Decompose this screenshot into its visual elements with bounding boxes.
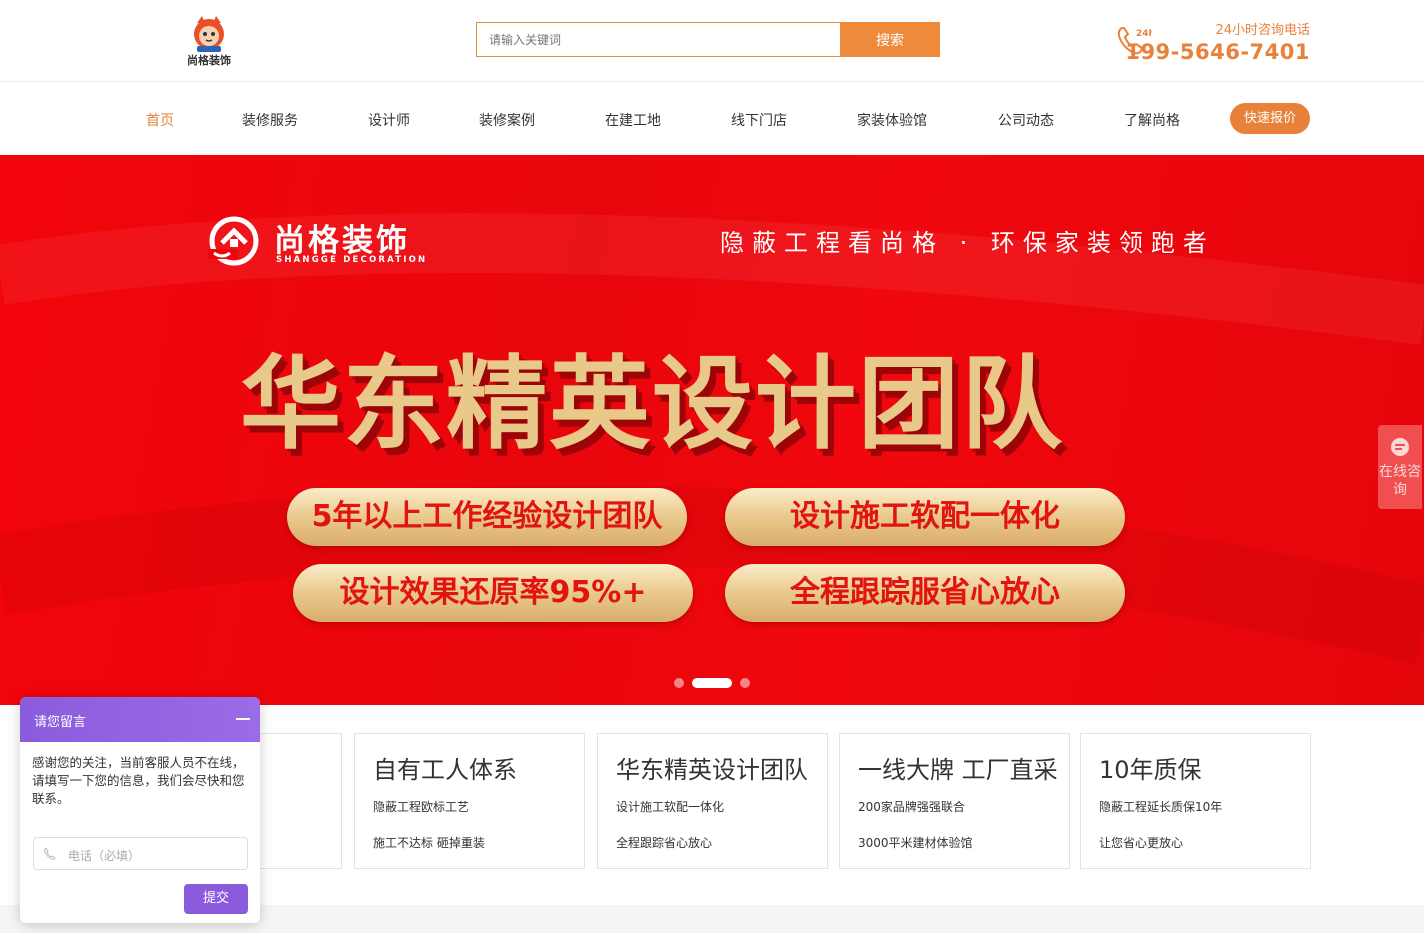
- minimize-icon[interactable]: [236, 718, 250, 720]
- feature-line-2: 3000平米建材体验馆: [858, 836, 973, 850]
- nav-item-home[interactable]: 首页: [146, 110, 174, 130]
- nav-item-designers[interactable]: 设计师: [368, 110, 410, 130]
- feature-card-4[interactable]: 一线大牌 工厂直采 200家品牌强强联合 3000平米建材体验馆: [839, 733, 1070, 869]
- feature-line-1: 设计施工软配一体化: [616, 800, 725, 814]
- leave-message-widget: 请您留言 感谢您的关注，当前客服人员不在线，请填写一下您的信息，我们会尽快和您联…: [20, 697, 260, 923]
- phone-icon: [44, 847, 56, 860]
- feature-line-1: 隐蔽工程延长质保10年: [1099, 800, 1223, 814]
- main-nav: 首页 装修服务 设计师 装修案例 在建工地 线下门店 家装体验馆 公司动态 了解…: [0, 83, 1424, 155]
- feature-title: 华东精英设计团队: [616, 756, 808, 784]
- phone-placeholder: 电话（必填）: [68, 849, 141, 863]
- chat-header: 请您留言: [20, 697, 260, 742]
- search-bar: 搜索: [476, 22, 940, 57]
- chat-message: 感谢您的关注，当前客服人员不在线，请填写一下您的信息，我们会尽快和您联系。: [32, 755, 245, 806]
- carousel-dot-2[interactable]: [692, 678, 732, 688]
- nav-item-services[interactable]: 装修服务: [242, 110, 298, 130]
- feature-card-5[interactable]: 10年质保 隐蔽工程延长质保10年 让您省心更放心: [1080, 733, 1311, 869]
- mascot-icon: [194, 16, 224, 52]
- feature-line-1: 隐蔽工程欧标工艺: [373, 800, 470, 814]
- feature-line-2: 施工不达标 砸掉重装: [373, 836, 485, 850]
- hero-banner[interactable]: 尚格装饰 SHANGGE DECORATION 隐蔽工程看尚格 · 环保家装领跑…: [0, 155, 1424, 705]
- logo-text: 尚格装饰: [187, 54, 231, 67]
- banner-pill-4: 全程跟踪服省心放心: [725, 564, 1125, 622]
- nav-item-about[interactable]: 了解尚格: [1124, 110, 1180, 130]
- nav-item-news[interactable]: 公司动态: [998, 110, 1054, 130]
- banner-pill-2: 设计施工软配一体化: [725, 488, 1125, 546]
- nav-item-stores[interactable]: 线下门店: [731, 110, 787, 130]
- banner-pill-3: 设计效果还原率95%+: [293, 564, 693, 622]
- chat-title: 请您留言: [34, 715, 87, 730]
- feature-title: 自有工人体系: [373, 756, 517, 784]
- submit-button[interactable]: 提交: [184, 884, 248, 914]
- brand-emblem-icon: [208, 216, 259, 266]
- feature-title: 10年质保: [1099, 756, 1202, 784]
- top-bar: 尚格装饰 搜索 24h 24小时咨询电话 199-5646-7401: [0, 0, 1424, 82]
- hotline: 24h 24小时咨询电话 199-5646-7401: [1114, 18, 1314, 68]
- banner-headline: 华东精英设计团队: [240, 345, 1065, 463]
- online-consult-button[interactable]: 在线咨询: [1378, 425, 1422, 509]
- badge-24h: 24h: [1136, 29, 1152, 39]
- chat-bubble-icon: [1391, 438, 1409, 456]
- carousel-dot-1[interactable]: [674, 678, 684, 688]
- feature-card-2[interactable]: 自有工人体系 隐蔽工程欧标工艺 施工不达标 砸掉重装: [354, 733, 585, 869]
- hotline-label: 24小时咨询电话: [1215, 23, 1310, 38]
- search-input[interactable]: [476, 22, 840, 57]
- hotline-number[interactable]: 199-5646-7401: [1125, 40, 1310, 64]
- brand-name-en: SHANGGE DECORATION: [276, 255, 428, 265]
- banner-slogan: 隐蔽工程看尚格 · 环保家装领跑者: [720, 229, 1215, 257]
- nav-item-sites[interactable]: 在建工地: [605, 110, 661, 130]
- nav-item-cases[interactable]: 装修案例: [479, 110, 535, 130]
- nav-item-showroom[interactable]: 家装体验馆: [857, 110, 927, 130]
- consult-label: 在线咨询: [1379, 464, 1421, 498]
- brand-name-cn: 尚格装饰: [274, 223, 410, 259]
- feature-line-2: 全程跟踪省心放心: [616, 836, 713, 850]
- carousel-dot-3[interactable]: [740, 678, 750, 688]
- banner-brand: 尚格装饰 SHANGGE DECORATION: [208, 213, 438, 269]
- feature-title: 一线大牌 工厂直采: [858, 756, 1058, 784]
- feature-card-3[interactable]: 华东精英设计团队 设计施工软配一体化 全程跟踪省心放心: [597, 733, 828, 869]
- site-logo[interactable]: 尚格装饰: [183, 14, 235, 68]
- feature-line-1: 200家品牌强强联合: [858, 800, 965, 814]
- feature-line-2: 让您省心更放心: [1099, 836, 1184, 850]
- quick-quote-button[interactable]: 快速报价: [1230, 103, 1310, 134]
- carousel-dots: [674, 678, 754, 688]
- phone-field[interactable]: 电话（必填）: [33, 837, 248, 870]
- search-button[interactable]: 搜索: [840, 22, 940, 57]
- banner-pill-1: 5年以上工作经验设计团队: [287, 488, 687, 546]
